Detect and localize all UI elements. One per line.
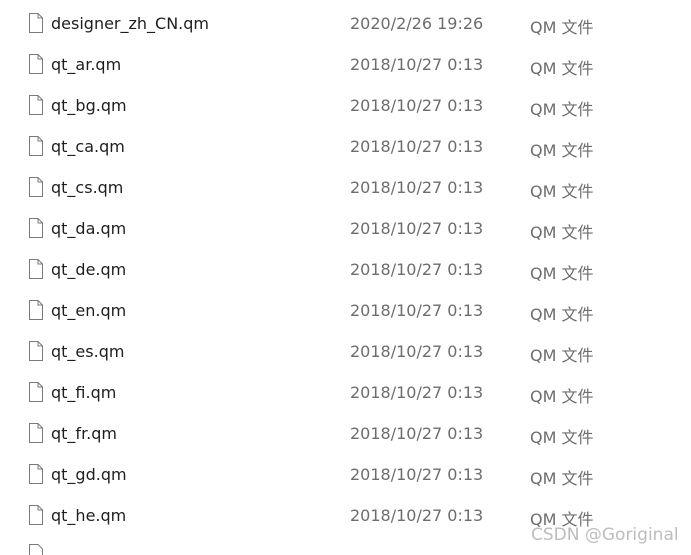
- file-name: qt_ar.qm: [51, 55, 122, 74]
- file-name: qt_fr.qm: [51, 424, 117, 443]
- file-row[interactable]: qt_cs.qm 2018/10/27 0:13 QM 文件: [0, 177, 691, 218]
- file-icon: [28, 341, 44, 361]
- file-type: QM 文件: [530, 264, 594, 283]
- file-type: QM 文件: [530, 141, 594, 160]
- file-type: QM 文件: [530, 182, 594, 201]
- file-modified-date: 2018/10/27 0:13: [350, 506, 484, 525]
- file-row[interactable]: qt_fr.qm 2018/10/27 0:13 QM 文件: [0, 423, 691, 464]
- file-row[interactable]: qt_de.qm 2018/10/27 0:13 QM 文件: [0, 259, 691, 300]
- file-modified-date: 2018/10/27 0:13: [350, 383, 484, 402]
- file-modified-date: 2018/10/27 0:13: [350, 219, 484, 238]
- file-type: QM 文件: [530, 428, 594, 447]
- file-row[interactable]: qt_en.qm 2018/10/27 0:13 QM 文件: [0, 300, 691, 341]
- file-row[interactable]: qt_ar.qm 2018/10/27 0:13 QM 文件: [0, 54, 691, 95]
- file-type: QM 文件: [530, 346, 594, 365]
- file-modified-date: 2018/10/27 0:13: [350, 465, 484, 484]
- file-modified-date: 2018/10/27 0:13: [350, 96, 484, 115]
- watermark: CSDN @Goriginal: [531, 525, 679, 545]
- file-type: QM 文件: [530, 59, 594, 78]
- file-row[interactable]: qt_ca.qm 2018/10/27 0:13 QM 文件: [0, 136, 691, 177]
- file-modified-date: 2018/10/27 0:13: [350, 178, 484, 197]
- file-icon: [28, 259, 44, 279]
- file-icon: [28, 218, 44, 238]
- file-name: qt_en.qm: [51, 301, 127, 320]
- file-type: QM 文件: [530, 305, 594, 324]
- file-name: qt_es.qm: [51, 342, 125, 361]
- file-type: QM 文件: [530, 223, 594, 242]
- file-icon: [28, 464, 44, 484]
- file-modified-date: 2018/10/27 0:13: [350, 260, 484, 279]
- file-row[interactable]: qt_fi.qm 2018/10/27 0:13 QM 文件: [0, 382, 691, 423]
- file-icon: [28, 136, 44, 156]
- file-name: qt_fi.qm: [51, 383, 117, 402]
- file-name: designer_zh_CN.qm: [51, 14, 210, 33]
- file-name: qt_he.qm: [51, 506, 127, 525]
- file-list: designer_zh_CN.qm 2020/2/26 19:26 QM 文件 qt_…: [0, 0, 691, 555]
- file-row[interactable]: qt_bg.qm 2018/10/27 0:13 QM 文件: [0, 95, 691, 136]
- file-modified-date: 2018/10/27 0:13: [350, 342, 484, 361]
- file-type: QM 文件: [530, 18, 594, 37]
- file-modified-date: 2018/10/27 0:13: [350, 424, 484, 443]
- file-icon: [28, 382, 44, 402]
- file-type: QM 文件: [530, 469, 594, 488]
- file-modified-date: 2020/2/26 19:26: [350, 14, 484, 33]
- file-icon: [28, 423, 44, 443]
- file-type: QM 文件: [530, 387, 594, 406]
- file-row[interactable]: qt_gd.qm 2018/10/27 0:13 QM 文件: [0, 464, 691, 505]
- file-row[interactable]: qt_da.qm 2018/10/27 0:13 QM 文件: [0, 218, 691, 259]
- file-name: qt_gd.qm: [51, 465, 127, 484]
- file-name: qt_bg.qm: [51, 96, 127, 115]
- file-icon: [28, 13, 44, 33]
- file-icon: [28, 505, 44, 525]
- file-row[interactable]: designer_zh_CN.qm 2020/2/26 19:26 QM 文件: [0, 13, 691, 54]
- file-icon: [28, 300, 44, 320]
- file-modified-date: 2018/10/27 0:13: [350, 301, 484, 320]
- file-type: QM 文件: [530, 100, 594, 119]
- file-modified-date: 2018/10/27 0:13: [350, 55, 484, 74]
- file-row[interactable]: qt_es.qm 2018/10/27 0:13 QM 文件: [0, 341, 691, 382]
- file-icon: [28, 54, 44, 74]
- file-name: qt_de.qm: [51, 260, 127, 279]
- file-modified-date: 2018/10/27 0:13: [350, 137, 484, 156]
- file-icon: [28, 177, 44, 197]
- file-name: qt_ca.qm: [51, 137, 125, 156]
- file-name: qt_da.qm: [51, 219, 127, 238]
- file-name: qt_cs.qm: [51, 178, 124, 197]
- file-icon: [28, 544, 44, 555]
- file-icon: [28, 95, 44, 115]
